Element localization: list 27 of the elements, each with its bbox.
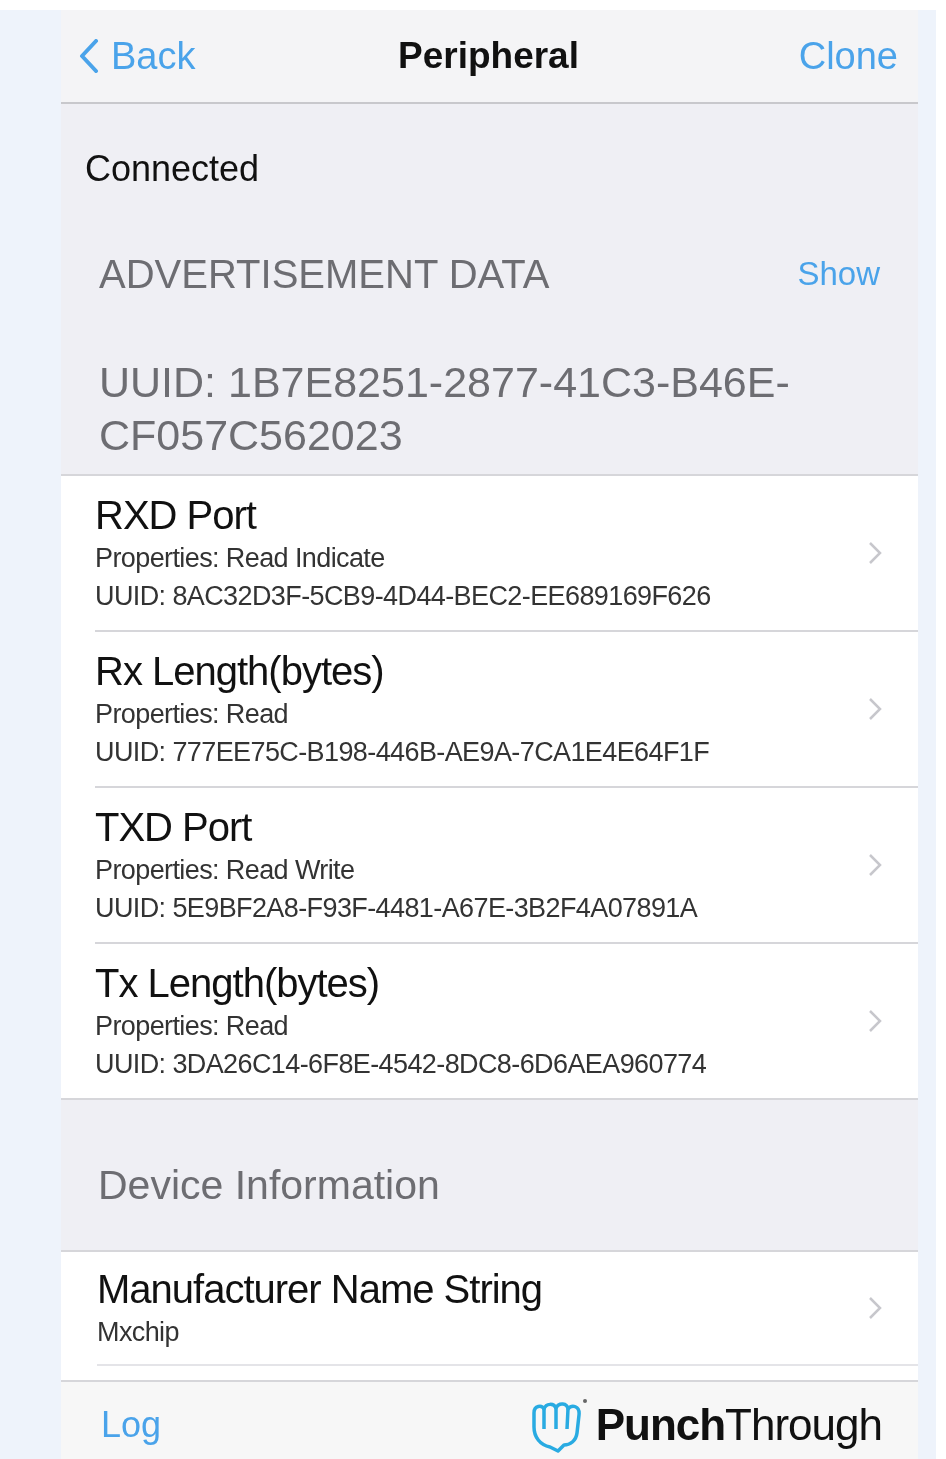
chevron-icon — [868, 697, 882, 721]
chevron-icon — [868, 1296, 882, 1320]
section-header: ADVERTISEMENT DATA — [99, 251, 550, 297]
section-header: Device Information — [98, 1161, 440, 1209]
connection-status: Connected — [85, 148, 260, 189]
characteristic-name: RXD Port — [95, 492, 258, 539]
characteristic-name: Tx Length(bytes) — [95, 960, 381, 1007]
chevron-left-icon — [79, 39, 99, 73]
info-value: Mxchip — [97, 1316, 180, 1349]
chevron-icon — [868, 541, 882, 565]
brand-name: PunchThrough — [595, 1399, 882, 1450]
characteristic-properties: Properties: Read Indicate — [95, 542, 386, 575]
info-name: Manufacturer Name String — [97, 1266, 544, 1313]
characteristic-uuid: UUID: 777EE75C-B198-446B-AE9A-7CA1E4E64F1F — [95, 736, 711, 769]
characteristic-uuid: UUID: 3DA26C14-6F8E-4542-8DC8-6D6AEA960774 — [95, 1048, 708, 1081]
characteristic-name: TXD Port — [95, 804, 253, 851]
characteristic-row[interactable]: Tx Length(bytes) Properties: Read UUID: 3DA26C14-6F8E-4542-8DC8-6D6AEA960774 — [95, 944, 918, 1098]
characteristic-uuid: UUID: 5E9BF2A8-F93F-4481-A67E-3B2F4A07891A — [95, 892, 699, 925]
chevron-icon — [868, 853, 882, 877]
characteristic-properties: Properties: Read — [95, 1010, 289, 1043]
characteristic-uuid: UUID: 8AC32D3F-5CB9-4D44-BEC2-EE689169F626 — [95, 580, 712, 613]
characteristic-properties: Properties: Read Write — [95, 854, 356, 887]
chevron-icon — [868, 1009, 882, 1033]
characteristic-name: Rx Length(bytes) — [95, 648, 385, 695]
service-uuid: UUID: 1B7E8251-2877-41C3-B46E-CF057C562023 — [98, 357, 791, 461]
screen-title: Peripheral — [398, 35, 579, 77]
characteristic-properties: Properties: Read — [95, 698, 289, 731]
